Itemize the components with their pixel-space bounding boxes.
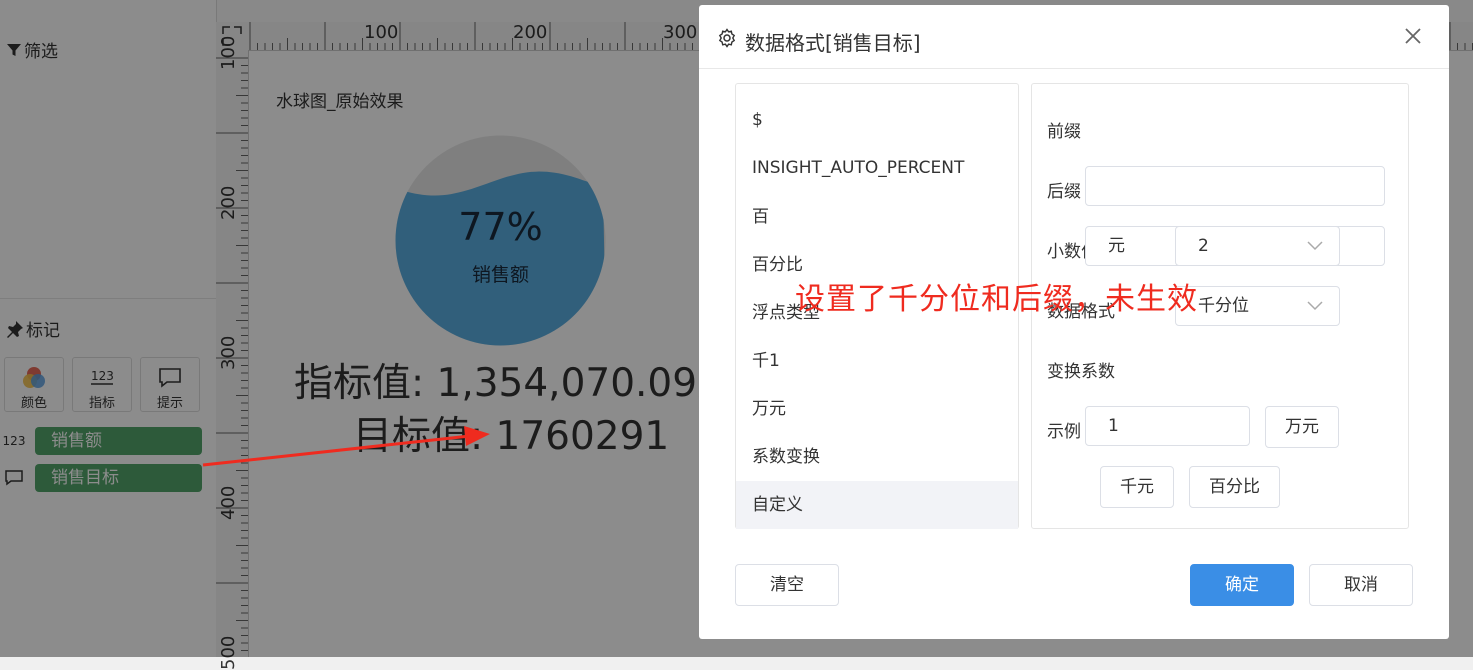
format-item[interactable]: 千1 [736,337,1018,385]
ok-button[interactable]: 确定 [1190,564,1294,606]
number-format-value: 千分位 [1198,296,1249,316]
suffix-label: 后缀 [1047,182,1081,202]
clear-button[interactable]: 清空 [735,564,839,606]
dialog-title: 数据格式[销售目标] [745,31,921,55]
format-item[interactable]: 万元 [736,385,1018,433]
decimal-value: 2 [1198,236,1209,256]
data-format-dialog: 数据格式[销售目标] $ INSIGHT_AUTO_PERCENT 百 百分比 … [699,5,1449,639]
suffix-input[interactable] [1085,166,1385,206]
example-label: 示例 [1047,422,1081,442]
gear-icon [718,28,736,48]
example-input[interactable]: 1 [1085,406,1250,446]
format-item[interactable]: INSIGHT_AUTO_PERCENT [736,144,1018,192]
unit-qian-button[interactable]: 千元 [1100,466,1174,508]
cancel-button[interactable]: 取消 [1309,564,1413,606]
format-item[interactable]: 百 [736,193,1018,241]
dialog-header: 数据格式[销售目标] [699,5,1449,69]
prefix-label: 前缀 [1047,122,1081,142]
format-item[interactable]: 系数变换 [736,433,1018,481]
chevron-down-icon [1307,241,1323,251]
format-item[interactable]: $ [736,96,1018,144]
format-item-selected[interactable]: 自定义 [736,481,1018,529]
unit-wan-button[interactable]: 万元 [1265,406,1339,448]
unit-percent-button[interactable]: 百分比 [1189,466,1280,508]
close-icon[interactable] [1401,24,1425,48]
annotation-text: 设置了千分位和后缀，未生效 [795,282,1198,317]
number-format-select[interactable]: 千分位 [1175,286,1340,326]
chevron-down-icon [1307,301,1323,311]
coefficient-label: 变换系数 [1047,362,1115,382]
decimal-select[interactable]: 2 [1175,226,1340,266]
